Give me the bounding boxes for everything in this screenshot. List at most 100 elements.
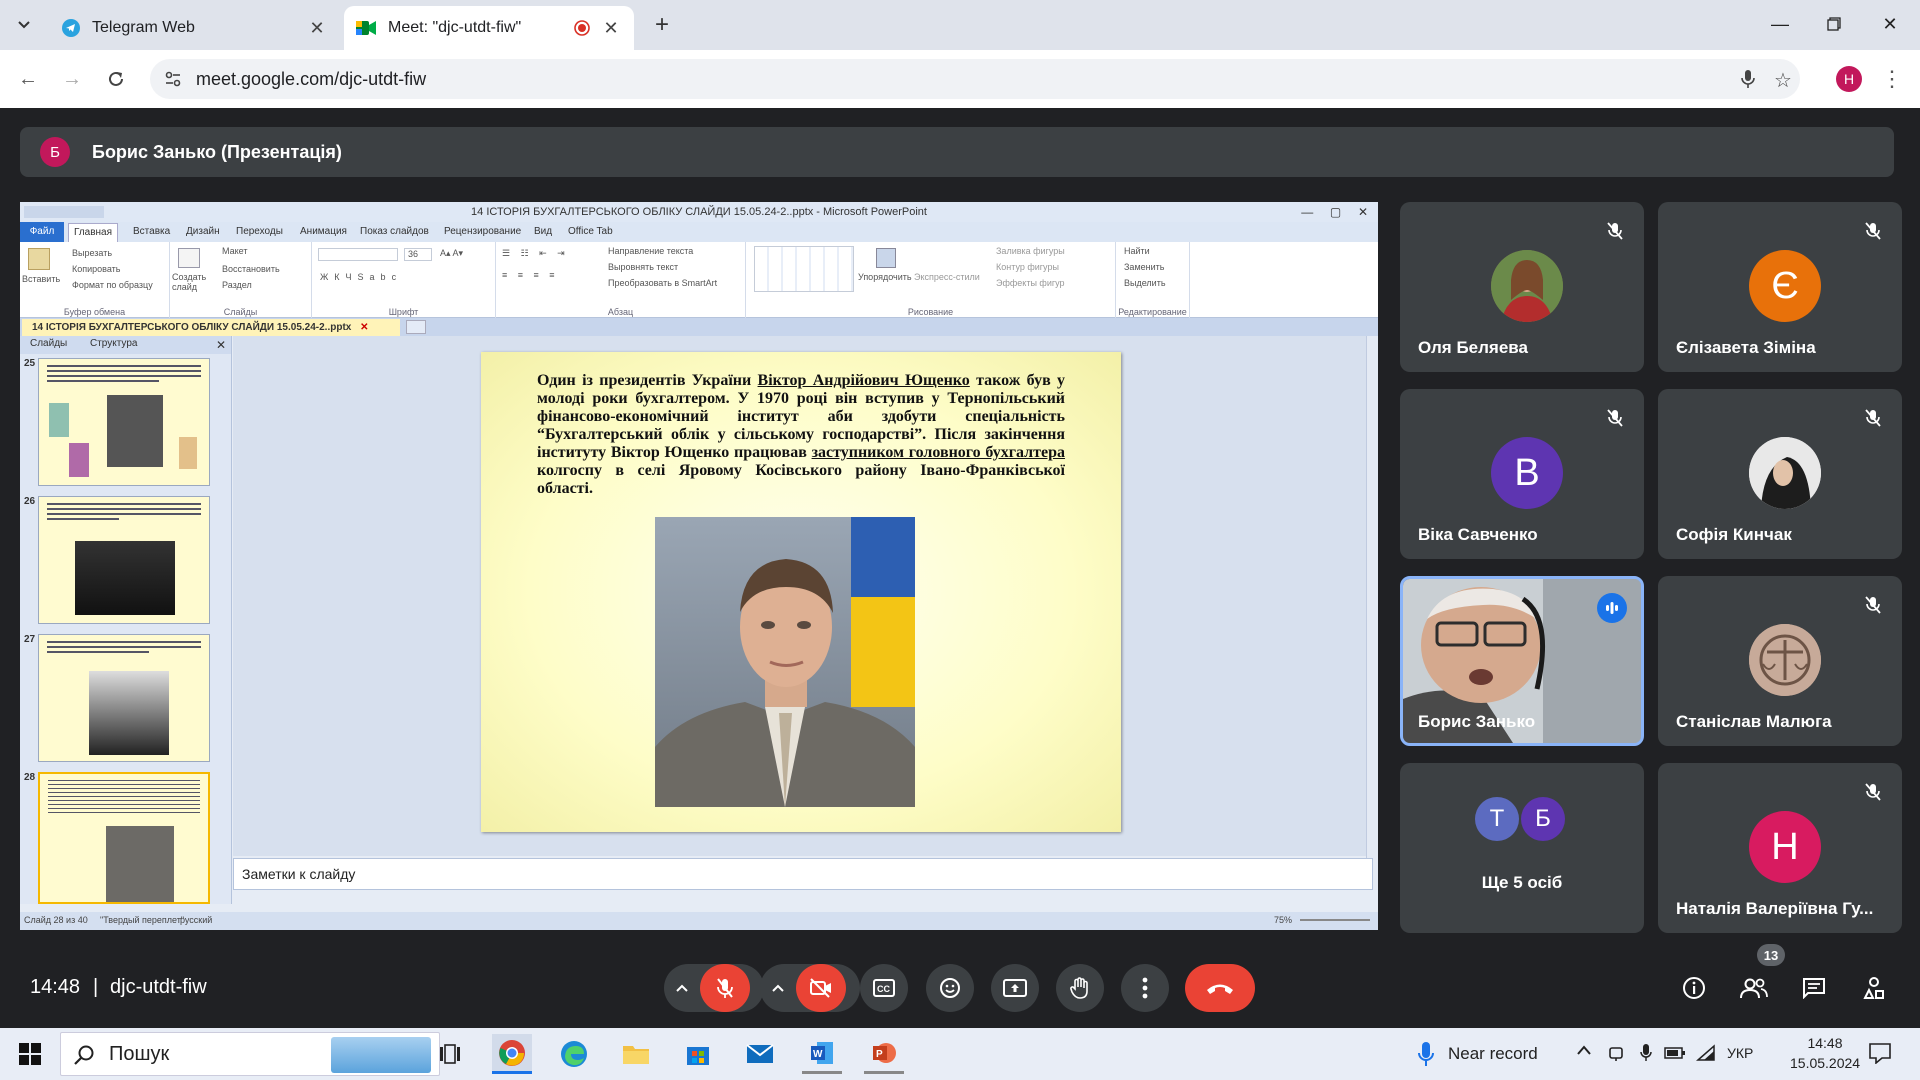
activities-icon[interactable] <box>1854 968 1894 1008</box>
tab-outline[interactable]: Структура <box>90 338 137 349</box>
slide-text[interactable]: Один із президентів України Віктор Андрі… <box>537 372 1065 498</box>
cut-button[interactable]: Вырезать <box>72 248 112 258</box>
ppt-tab-insert[interactable]: Вставка <box>133 226 170 237</box>
leave-call-button[interactable] <box>1185 964 1255 1012</box>
people-icon[interactable] <box>1734 968 1774 1008</box>
taskbar-search-box[interactable]: Пошук <box>60 1032 440 1076</box>
document-tab[interactable]: 14 ІСТОРІЯ БУХГАЛТЕРСЬКОГО ОБЛІКУ СЛАЙДИ… <box>22 319 400 336</box>
participant-tile-speaking[interactable]: Борис Занько <box>1400 576 1644 746</box>
forward-icon[interactable]: → <box>56 63 88 95</box>
shapes-gallery[interactable] <box>754 246 854 292</box>
chat-icon[interactable] <box>1794 968 1834 1008</box>
shape-effects-button[interactable]: Эффекты фигур <box>996 278 1065 288</box>
tab-slides[interactable]: Слайды <box>30 338 67 349</box>
camera-off-button[interactable] <box>796 964 846 1012</box>
mic-off-button[interactable] <box>700 964 750 1012</box>
participant-tile[interactable]: Станіслав Малюга <box>1658 576 1902 746</box>
ppt-tab-transitions[interactable]: Переходы <box>236 226 283 237</box>
audio-options-chevron-icon[interactable] <box>664 964 700 1012</box>
paste-label[interactable]: Вставить <box>22 274 60 284</box>
meeting-info-icon[interactable] <box>1674 968 1714 1008</box>
ppt-tab-review[interactable]: Рецензирование <box>444 226 521 237</box>
profile-avatar[interactable]: H <box>1836 66 1862 92</box>
copy-button[interactable]: Копировать <box>72 264 120 274</box>
bookmark-star-icon[interactable]: ☆ <box>1774 68 1792 93</box>
chrome-taskbar-icon[interactable] <box>492 1034 532 1074</box>
ppt-tab-animation[interactable]: Анимация <box>300 226 347 237</box>
restore-icon[interactable] <box>1806 0 1862 48</box>
url-text[interactable]: meet.google.com/djc-utdt-fiw <box>196 69 426 90</box>
tray-mic-icon[interactable] <box>1640 1043 1652 1063</box>
slide-thumbnail[interactable] <box>38 358 210 486</box>
wifi-icon[interactable] <box>1696 1044 1716 1062</box>
ppt-tab-officetab[interactable]: Office Tab <box>568 226 613 237</box>
close-panel-icon[interactable]: ✕ <box>216 338 226 352</box>
canvas-vertical-scrollbar[interactable] <box>1366 336 1378 890</box>
task-view-icon[interactable] <box>430 1034 470 1074</box>
list-buttons[interactable]: ☰ ☷ ⇤ ⇥ <box>502 248 569 259</box>
tab-search-chevron-icon[interactable] <box>8 9 40 41</box>
font-size-arrows[interactable]: A▴ A▾ <box>440 248 463 259</box>
font-format-buttons[interactable]: ЖКЧSabc <box>320 272 402 282</box>
smartart-button[interactable]: Преобразовать в SmartArt <box>608 278 717 288</box>
new-slide-label[interactable]: Создать слайд <box>172 272 208 292</box>
back-icon[interactable]: ← <box>12 63 44 95</box>
tray-device-icon[interactable] <box>1608 1044 1624 1062</box>
close-tab-icon[interactable]: ✕ <box>306 18 328 39</box>
address-bar[interactable]: meet.google.com/djc-utdt-fiw ☆ <box>150 59 1800 99</box>
participant-tile[interactable]: В Віка Савченко <box>1400 389 1644 559</box>
raise-hand-button[interactable] <box>1056 964 1104 1012</box>
slide-portrait-photo[interactable] <box>655 517 915 807</box>
slide-link-yushchenko[interactable]: Віктор Андрійович Ющенко <box>758 372 970 389</box>
slide-link-deputy-accountant[interactable]: заступником головного бухгалтера <box>812 444 1065 461</box>
arrange-button[interactable]: Упорядочить <box>858 272 912 282</box>
participant-tile-overflow[interactable]: Т Б Ще 5 осіб <box>1400 763 1644 933</box>
close-document-icon[interactable]: ✕ <box>360 322 368 333</box>
format-painter-button[interactable]: Формат по образцу <box>72 280 153 290</box>
input-language[interactable]: УКР <box>1727 1045 1753 1061</box>
section-button[interactable]: Раздел <box>222 280 252 290</box>
align-text-button[interactable]: Выровнять текст <box>608 262 678 272</box>
current-slide[interactable]: Один із президентів України Віктор Андрі… <box>481 352 1121 832</box>
ppt-tab-home[interactable]: Главная <box>68 223 118 242</box>
word-icon[interactable]: W <box>802 1034 842 1074</box>
quick-styles-button[interactable]: Экспресс-стили <box>914 272 980 282</box>
more-options-icon[interactable] <box>1121 964 1169 1012</box>
arrange-icon[interactable] <box>876 248 896 268</box>
participant-tile[interactable]: Оля Беляева <box>1400 202 1644 372</box>
taskbar-clock[interactable]: 14:48 15.05.2024 <box>1790 1033 1860 1073</box>
zoom-slider[interactable] <box>1300 919 1370 921</box>
select-button[interactable]: Выделить <box>1124 278 1166 288</box>
notifications-icon[interactable] <box>1868 1042 1892 1064</box>
recorder-mic-icon[interactable] <box>1416 1040 1436 1068</box>
video-options-chevron-icon[interactable] <box>760 964 796 1012</box>
ppt-tab-design[interactable]: Дизайн <box>186 226 220 237</box>
mail-icon[interactable] <box>740 1034 780 1074</box>
new-document-tab[interactable] <box>406 320 426 334</box>
battery-icon[interactable] <box>1664 1046 1686 1060</box>
recorder-label[interactable]: Near record <box>1448 1044 1538 1064</box>
powerpoint-icon[interactable]: P <box>864 1034 904 1074</box>
new-slide-icon[interactable] <box>178 248 200 268</box>
browser-menu-icon[interactable]: ⋮ <box>1876 63 1908 95</box>
layout-button[interactable]: Макет <box>222 246 247 256</box>
font-name-box[interactable] <box>318 248 398 261</box>
captions-button[interactable]: CC <box>860 964 908 1012</box>
edge-taskbar-icon[interactable] <box>554 1034 594 1074</box>
tab-telegram[interactable]: Telegram Web ✕ <box>50 6 340 50</box>
ppt-tab-file[interactable]: Файл <box>20 222 64 242</box>
slide-thumbnail[interactable] <box>38 496 210 624</box>
slide-thumbnail[interactable] <box>38 634 210 762</box>
shape-outline-button[interactable]: Контур фигуры <box>996 262 1059 272</box>
close-tab-icon[interactable]: ✕ <box>600 18 622 39</box>
file-explorer-icon[interactable] <box>616 1034 656 1074</box>
tab-meet[interactable]: Meet: "djc-utdt-fiw" ✕ <box>344 6 634 50</box>
close-window-icon[interactable]: ✕ <box>1862 0 1918 48</box>
new-tab-icon[interactable]: + <box>646 9 678 41</box>
slide-canvas[interactable]: Один із президентів України Віктор Андрі… <box>233 336 1378 856</box>
shape-fill-button[interactable]: Заливка фигуры <box>996 246 1065 256</box>
slide-notes[interactable]: Заметки к слайду <box>233 858 1373 890</box>
microphone-icon[interactable] <box>1740 69 1756 89</box>
participant-tile[interactable]: Є Єлізавета Зіміна <box>1658 202 1902 372</box>
site-info-icon[interactable] <box>164 70 182 88</box>
